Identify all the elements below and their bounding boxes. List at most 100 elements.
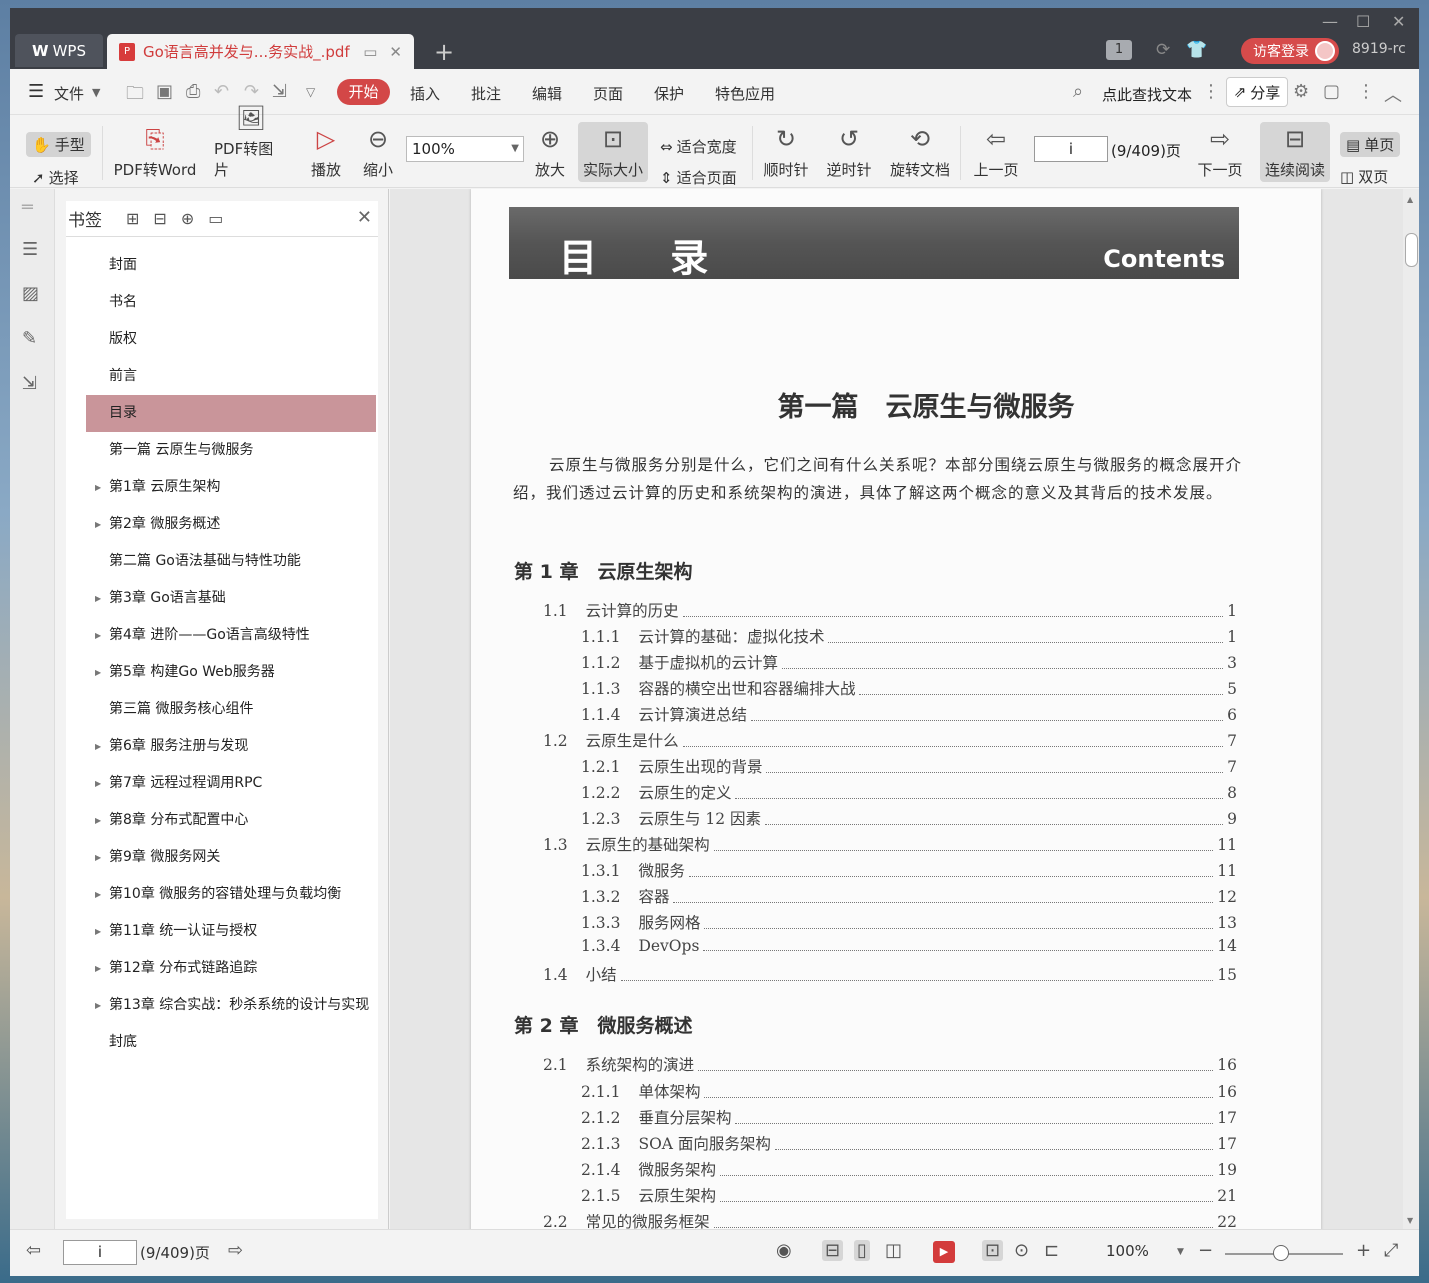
toc-entry[interactable]: 2.2 常见的微服务框架 22	[543, 1210, 1237, 1229]
tab-page[interactable]: 页面	[593, 83, 623, 104]
toc-entry[interactable]: 1.2 云原生是什么 7	[543, 729, 1237, 751]
bookmark-item[interactable]: 版权	[86, 321, 376, 358]
zoom-out-icon[interactable]: −	[1198, 1240, 1213, 1261]
toc-entry[interactable]: 1.3.4 DevOps 14	[581, 937, 1237, 955]
tab-protect[interactable]: 保护	[654, 83, 684, 104]
expand-arrow-icon[interactable]: ▶	[95, 617, 101, 654]
bookmark-item[interactable]: ▶ 第2章 微服务概述	[86, 506, 376, 543]
previous-page-button[interactable]: ⇦ 上一页	[970, 116, 1022, 188]
bookmark-item[interactable]: 目录	[86, 395, 376, 432]
fit-width-button[interactable]: ⇔ 适合宽度	[660, 136, 737, 157]
skin-icon[interactable]: 👕	[1186, 40, 1207, 60]
search-text-button[interactable]: 点此查找文本	[1102, 84, 1192, 105]
toc-entry[interactable]: 1.3 云原生的基础架构 11	[543, 833, 1237, 855]
bookmark-item[interactable]: 封底	[86, 1024, 376, 1061]
single-view-icon[interactable]: ▯	[854, 1240, 870, 1261]
toc-entry[interactable]: 1.3.2 容器 12	[581, 885, 1237, 907]
expand-arrow-icon[interactable]: ▶	[95, 654, 101, 691]
page-number-input[interactable]: i	[1034, 136, 1108, 162]
bookmark-item[interactable]: 第二篇 Go语法基础与特性功能	[86, 543, 376, 580]
more-options-icon[interactable]: ⋮	[1357, 81, 1375, 102]
toc-entry[interactable]: 1.4 小结 15	[543, 963, 1237, 985]
toc-entry[interactable]: 1.2.3 云原生与 12 因素 9	[581, 807, 1237, 829]
play-icon[interactable]: ▶	[933, 1241, 955, 1263]
zoom-in-button[interactable]: ⊕ 放大	[532, 116, 568, 188]
more-quick-access-icon[interactable]: ▽	[306, 85, 315, 99]
single-page-button[interactable]: ▤ 单页	[1340, 132, 1401, 157]
bookmark-item[interactable]: ▶ 第9章 微服务网关	[86, 839, 376, 876]
sync-icon[interactable]: ⟳	[1156, 40, 1170, 60]
expand-arrow-icon[interactable]: ▶	[95, 913, 101, 950]
status-zoom-value[interactable]: 100%	[1106, 1242, 1149, 1260]
next-page-icon[interactable]: ⇨	[228, 1240, 243, 1261]
tab-special[interactable]: 特色应用	[715, 83, 775, 104]
next-page-button[interactable]: ⇨ 下一页	[1194, 116, 1246, 188]
expand-arrow-icon[interactable]: ▶	[95, 765, 101, 802]
expand-arrow-icon[interactable]: ▶	[95, 469, 101, 506]
tab-annotate[interactable]: 批注	[471, 83, 501, 104]
bookmark-item[interactable]: ▶ 第7章 远程过程调用RPC	[86, 765, 376, 802]
bookmark-item[interactable]: ▶ 第1章 云原生架构	[86, 469, 376, 506]
fit-width-icon[interactable]: ⊏	[1044, 1240, 1059, 1261]
continuous-reading-button[interactable]: ⊟ 连续阅读	[1260, 122, 1330, 182]
fit-page-button[interactable]: ⇕ 适合页面	[660, 167, 737, 188]
bookmark-item[interactable]: 第三篇 微服务核心组件	[86, 691, 376, 728]
expand-arrow-icon[interactable]: ▶	[95, 728, 101, 765]
bookmark-item[interactable]: 前言	[86, 358, 376, 395]
save-icon[interactable]: ▣	[156, 81, 173, 102]
bookmark-item[interactable]: ▶ 第13章 综合实战：秒杀系统的设计与实现	[86, 987, 376, 1024]
bookmark-item[interactable]: 书名	[86, 284, 376, 321]
search-icon[interactable]: ⌕	[1073, 81, 1083, 102]
pdf-to-word-button[interactable]: ⎘ PDF转Word	[113, 116, 197, 188]
thumbnail-icon[interactable]: ▨	[22, 283, 39, 304]
pdf-to-image-button[interactable]: 🖼 PDF转图片	[214, 104, 288, 188]
expand-arrow-icon[interactable]: ▶	[95, 876, 101, 913]
collapse-ribbon-icon[interactable]: ︿	[1384, 81, 1402, 107]
gear-icon[interactable]: ⚙	[1293, 81, 1309, 102]
expand-arrow-icon[interactable]: ▶	[95, 950, 101, 987]
fullscreen-icon[interactable]: ⤢	[1384, 1240, 1398, 1261]
toc-entry[interactable]: 1.2.2 云原生的定义 8	[581, 781, 1237, 803]
redo-icon[interactable]: ↷	[244, 81, 259, 102]
zoom-in-icon[interactable]: +	[1356, 1240, 1371, 1261]
print-icon[interactable]: ⎙	[186, 81, 200, 102]
undo-icon[interactable]: ↶	[214, 81, 229, 102]
document-tab[interactable]: P Go语言高并发与...务实战_.pdf ▭ ✕	[107, 34, 414, 69]
expand-all-icon[interactable]: ⊞	[126, 209, 139, 228]
toc-entry[interactable]: 1.3.3 服务网格 13	[581, 911, 1237, 933]
toc-entry[interactable]: 2.1.1 单体架构 16	[581, 1080, 1237, 1102]
toc-entry[interactable]: 1.3.1 微服务 11	[581, 859, 1237, 881]
zoom-out-button[interactable]: ⊖ 缩小	[360, 116, 396, 188]
wps-home-tab[interactable]: W WPS	[15, 34, 103, 67]
expand-arrow-icon[interactable]: ▶	[95, 839, 101, 876]
toc-entry[interactable]: 1.1.2 基于虚拟机的云计算 3	[581, 651, 1237, 673]
double-view-icon[interactable]: ◫	[885, 1240, 902, 1261]
expand-arrow-icon[interactable]: ▶	[95, 506, 101, 543]
bookmark-item[interactable]: ▶ 第4章 进阶——Go语言高级特性	[86, 617, 376, 654]
scroll-up-icon[interactable]: ▲	[1407, 195, 1413, 204]
minimize-icon[interactable]: —	[1322, 12, 1338, 31]
toc-entry[interactable]: 2.1.5 云原生架构 21	[581, 1184, 1237, 1206]
toc-entry[interactable]: 2.1.4 微服务架构 19	[581, 1158, 1237, 1180]
double-page-button[interactable]: ◫ 双页	[1340, 166, 1388, 187]
guest-login-button[interactable]: 访客登录	[1241, 38, 1339, 64]
annotation-icon[interactable]: ✎	[22, 328, 37, 349]
tab-edit[interactable]: 编辑	[532, 83, 562, 104]
zoom-slider-knob[interactable]	[1273, 1245, 1289, 1261]
tab-monitor-icon[interactable]: ▭	[363, 43, 377, 61]
bookmark-item[interactable]: 第一篇 云原生与微服务	[86, 432, 376, 469]
close-icon[interactable]: ✕	[357, 207, 372, 228]
toc-entry[interactable]: 1.1 云计算的历史 1	[543, 599, 1237, 621]
bookmark-item[interactable]: ▶ 第11章 统一认证与授权	[86, 913, 376, 950]
play-button[interactable]: ▷ 播放	[306, 116, 346, 188]
share-button[interactable]: ⇗ 分享	[1226, 77, 1288, 107]
scroll-down-icon[interactable]: ▼	[1407, 1216, 1413, 1225]
toc-entry[interactable]: 1.1.4 云计算演进总结 6	[581, 703, 1237, 725]
bookmark-item[interactable]: ▶ 第10章 微服务的容错处理与负载均衡	[86, 876, 376, 913]
zoom-select[interactable]: 100% ▼	[406, 136, 524, 162]
bookmark-item[interactable]: ▶ 第6章 服务注册与发现	[86, 728, 376, 765]
actual-size-button[interactable]: ⊡ 实际大小	[578, 122, 648, 182]
bookmark-list-icon[interactable]: ☰	[22, 239, 38, 260]
eye-protection-icon[interactable]: ◉	[776, 1240, 792, 1261]
close-window-icon[interactable]: ✕	[1392, 12, 1405, 31]
